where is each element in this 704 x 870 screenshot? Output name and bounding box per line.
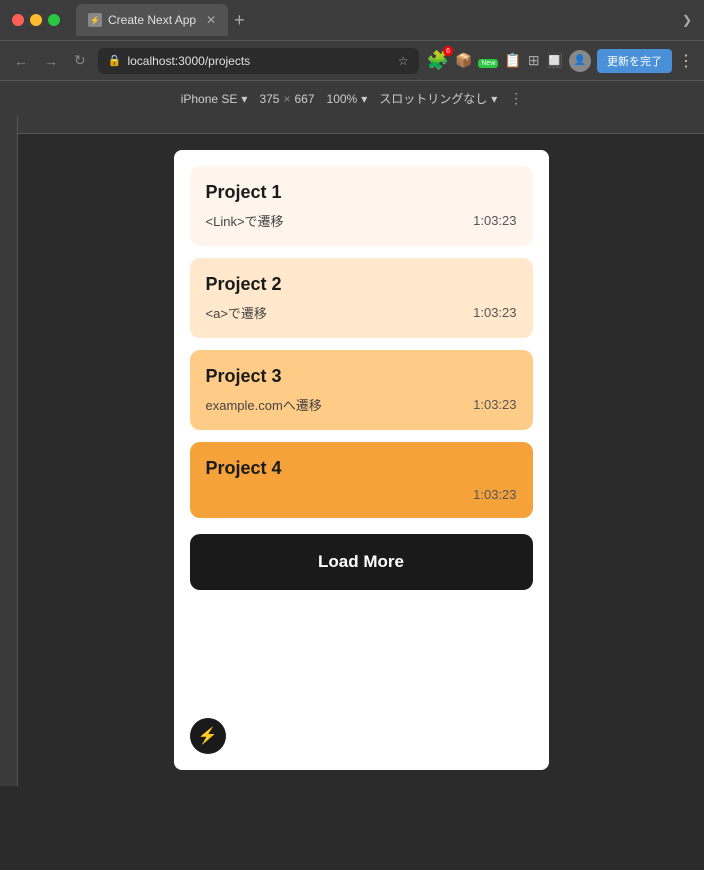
project-2-footer: <a>で遷移 1:03:23 [206,303,517,322]
project-1-time: 1:03:23 [473,213,516,228]
device-selector[interactable]: iPhone SE ▾ [181,92,248,106]
lightning-fab-button[interactable]: ⚡ [190,718,226,754]
project-3-time: 1:03:23 [473,397,516,412]
puzzle-icon[interactable]: 🔲 [546,52,563,69]
project-1-title: Project 1 [206,182,517,203]
extension-badge: 6 [443,46,453,56]
active-tab[interactable]: ⚡ Create Next App ✕ [76,4,228,36]
clipboard-icon[interactable]: 📋 [504,52,521,69]
project-4-footer: 1:03:23 [206,487,517,502]
minimize-button[interactable] [30,14,42,26]
project-1-footer: <Link>で遷移 1:03:23 [206,211,517,230]
throttle-chevron-icon: ▾ [491,92,497,106]
project-1-subtitle: <Link>で遷移 [206,211,284,230]
tab-close-icon[interactable]: ✕ [206,13,216,27]
project-2-time: 1:03:23 [473,305,516,320]
phone-frame: Project 1 <Link>で遷移 1:03:23 Project 2 <a… [174,150,549,770]
tab-favicon-icon: ⚡ [88,13,102,27]
page-content: Project 1 <Link>で遷移 1:03:23 Project 2 <a… [18,134,704,786]
project-2-subtitle: <a>で遷移 [206,303,267,322]
ruler-vertical [0,134,18,786]
reload-button[interactable]: ↻ [70,50,90,71]
tab-bar: ⚡ Create Next App ✕ + [76,4,674,36]
new-badge-icon[interactable]: 📦 New [455,52,498,69]
tab-title: Create Next App [108,13,196,27]
main-content-area: Project 1 <Link>で遷移 1:03:23 Project 2 <a… [0,134,704,786]
device-bar: iPhone SE ▾ 375 × 667 100% ▾ スロットリングなし ▾… [0,80,704,116]
project-2-title: Project 2 [206,274,517,295]
device-chevron-icon: ▾ [241,92,247,106]
lock-icon: 🔒 [108,54,122,67]
width-value[interactable]: 375 [259,92,279,106]
project-3-footer: example.comへ遷移 1:03:23 [206,395,517,414]
toolbar-icons: 🧩 6 📦 New 📋 ⊞ 🔲 👤 更新を完了 ⋮ [427,49,694,73]
zoom-value: 100% [327,92,358,106]
close-button[interactable] [12,14,24,26]
project-3-title: Project 3 [206,366,517,387]
device-name: iPhone SE [181,92,238,106]
url-text: localhost:3000/projects [127,54,250,68]
zoom-selector[interactable]: 100% ▾ [327,92,368,106]
forward-button[interactable]: → [40,51,62,71]
project-4-time: 1:03:23 [473,487,516,502]
devtools-more-icon[interactable]: ⋮ [509,90,523,107]
window-controls [12,14,60,26]
zoom-chevron-icon: ▾ [361,92,367,106]
ruler-horizontal [0,116,704,134]
new-tab-icon[interactable]: + [234,10,245,31]
dimensions: 375 × 667 [259,92,314,106]
project-4-title: Project 4 [206,458,517,479]
update-button[interactable]: 更新を完了 [597,49,672,73]
lightning-icon: ⚡ [198,726,218,746]
address-input[interactable]: 🔒 localhost:3000/projects ☆ [98,48,419,74]
more-icon[interactable]: ⋮ [678,51,694,71]
project-3-subtitle: example.comへ遷移 [206,395,322,414]
throttle-selector[interactable]: スロットリングなし ▾ [379,90,497,107]
load-more-button[interactable]: Load More [190,534,533,590]
project-card-2[interactable]: Project 2 <a>で遷移 1:03:23 [190,258,533,338]
project-card-3[interactable]: Project 3 example.comへ遷移 1:03:23 [190,350,533,430]
project-card-1[interactable]: Project 1 <Link>で遷移 1:03:23 [190,166,533,246]
extensions-icon[interactable]: 🧩 6 [427,50,449,71]
tab-overflow-icon[interactable]: ❯ [682,13,692,27]
title-bar: ⚡ Create Next App ✕ + ❯ [0,0,704,40]
profile-avatar[interactable]: 👤 [569,50,591,72]
maximize-button[interactable] [48,14,60,26]
grid-icon[interactable]: ⊞ [528,52,540,69]
dimension-cross: × [283,92,290,106]
bookmark-icon[interactable]: ☆ [398,54,409,68]
throttle-label: スロットリングなし [379,90,487,107]
height-value[interactable]: 667 [294,92,314,106]
address-bar: ← → ↻ 🔒 localhost:3000/projects ☆ 🧩 6 📦 … [0,40,704,80]
project-card-4[interactable]: Project 4 1:03:23 [190,442,533,518]
back-button[interactable]: ← [10,51,32,71]
new-label: New [478,59,498,68]
